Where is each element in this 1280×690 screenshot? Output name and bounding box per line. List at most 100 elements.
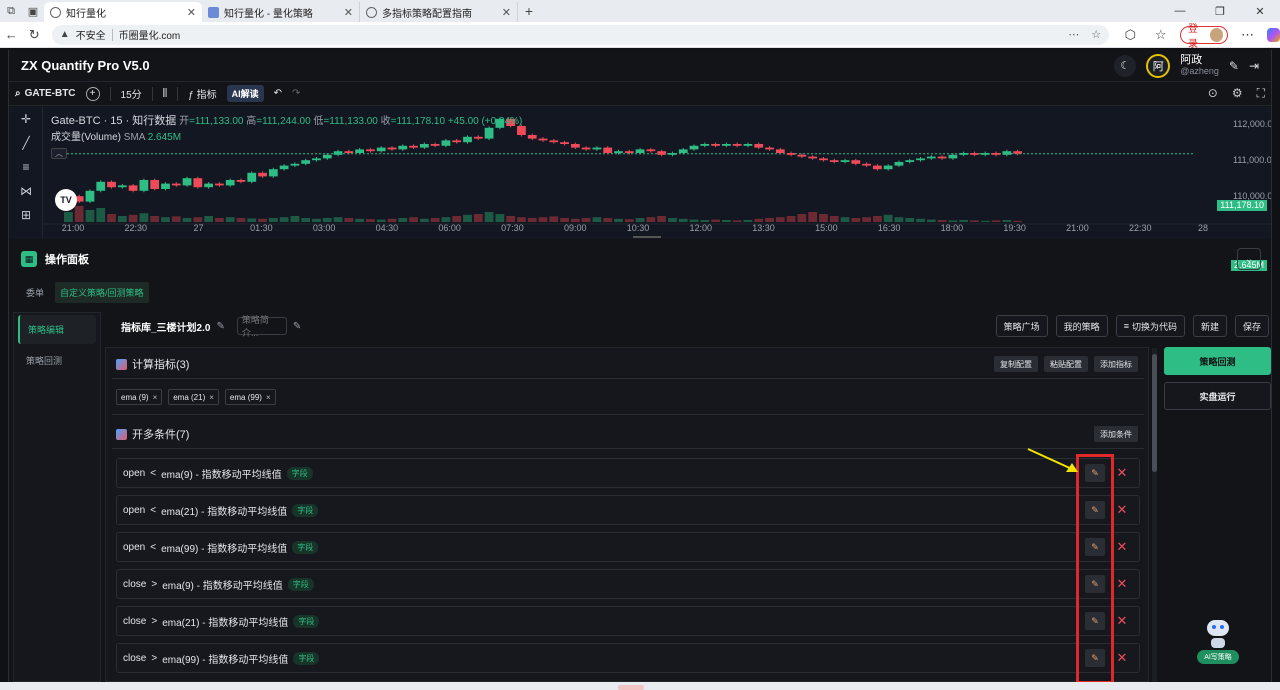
condition-right: ema(99) - 指数移动平均线值 — [161, 543, 288, 555]
candle — [851, 160, 861, 164]
remove-icon[interactable]: × — [209, 393, 214, 402]
chevron-down-icon[interactable]: ⌄ — [1237, 248, 1261, 270]
price-chart[interactable]: ✛ ╱ ≡ ⋈ ⊞ 112,000.00 111,000.00 110,000.00… — [9, 107, 1271, 271]
user-info[interactable]: 阿政 @azheng — [1180, 54, 1219, 77]
condition-row[interactable]: open < ema(21) - 指数移动平均线值 字段 ✎ ✕ — [116, 495, 1140, 525]
refresh-icon[interactable]: ↻ — [23, 27, 46, 43]
editor-scrollbar[interactable] — [1152, 348, 1157, 682]
more-icon[interactable]: ⋯ — [1068, 28, 1079, 41]
add-symbol-icon[interactable]: + — [85, 86, 100, 101]
favorites-icon[interactable]: ☆ — [1150, 27, 1172, 43]
interval-button[interactable]: 15分 — [121, 86, 142, 101]
extensions-icon[interactable]: ⬡ — [1119, 27, 1141, 43]
panel-tabs: 委单 自定义策略/回测策略 — [21, 282, 149, 303]
paste-config-button[interactable]: 粘贴配置 — [1044, 356, 1088, 372]
symbol-label: GATE-BTC — [24, 88, 76, 99]
copy-config-button[interactable]: 复制配置 — [994, 356, 1038, 372]
add-indicator-button[interactable]: 添加指标 — [1094, 356, 1138, 372]
remove-icon[interactable]: × — [153, 393, 158, 402]
browser-tab-2[interactable]: 知行量化 - 量化策略 ✕ — [202, 2, 360, 22]
login-button[interactable]: 登录 — [1179, 24, 1229, 50]
edit-name-pencil-icon[interactable]: ✎ — [216, 321, 224, 332]
settings-gear-icon[interactable]: ⚙ — [1232, 86, 1243, 101]
condition-row[interactable]: close > ema(9) - 指数移动平均线值 字段 ✎ ✕ — [116, 569, 1140, 599]
indicators-button[interactable]: ƒ 指标 — [188, 86, 216, 101]
redo-icon[interactable]: ↷ — [292, 88, 300, 99]
horizontal-lines-icon[interactable]: ≡ — [9, 155, 43, 179]
browser-tab-3[interactable]: 多指标策略配置指南 ✕ — [360, 2, 518, 22]
switch-to-code-button[interactable]: ≡ 切换为代码 — [1115, 315, 1185, 337]
url-field[interactable]: ▲ 不安全 币圈量化.com ⋯ ☆ — [51, 24, 1110, 45]
back-icon[interactable]: ← — [0, 27, 23, 42]
condition-row[interactable]: close > ema(21) - 指数移动平均线值 字段 ✎ ✕ — [116, 606, 1140, 636]
backtest-button[interactable]: 策略回测 — [1164, 347, 1271, 375]
side-item-strategy-edit[interactable]: 策略编辑 — [18, 315, 96, 344]
symbol-search[interactable]: ⌕ GATE-BTC — [15, 88, 76, 99]
menu-icon[interactable]: ⋯ — [1236, 27, 1258, 43]
browser-tab-1[interactable]: 知行量化 ✕ — [44, 2, 202, 22]
sma-label: SMA — [123, 132, 145, 143]
indicator-chip[interactable]: ema (99) × — [224, 389, 276, 405]
close-icon[interactable]: ✕ — [187, 6, 196, 19]
strategy-intro-input[interactable]: 策略简介... — [236, 315, 287, 338]
close-icon[interactable]: ✕ — [344, 6, 353, 19]
alert-icon[interactable]: ⊙ — [1208, 86, 1218, 101]
volume-bar — [182, 218, 192, 222]
legend-collapse-button[interactable]: ︿ — [51, 148, 67, 159]
delete-icon[interactable]: ✕ — [1111, 464, 1133, 482]
candle — [1002, 151, 1012, 155]
panel-title: 操作面板 — [45, 254, 89, 266]
avatar[interactable]: 阿 — [1146, 53, 1171, 78]
edit-pencil-icon[interactable]: ✎ — [1229, 59, 1239, 73]
new-tab-button[interactable]: + — [518, 3, 540, 19]
favorite-star-icon[interactable]: ☆ — [1091, 28, 1101, 41]
volume-bar — [581, 218, 591, 222]
user-handle: @azheng — [1180, 65, 1219, 76]
address-bar-row: ← ↻ ▲ 不安全 币圈量化.com ⋯ ☆ ⬡ ☆ 登录 ⋯ — [0, 22, 1280, 50]
delete-icon[interactable]: ✕ — [1111, 575, 1133, 593]
my-strategies-button[interactable]: 我的策略 — [1055, 315, 1108, 337]
undo-icon[interactable]: ↶ — [274, 88, 282, 99]
tab-orders[interactable]: 委单 — [21, 282, 49, 303]
indicator-chip[interactable]: ema (9) × — [116, 389, 163, 405]
strategy-square-button[interactable]: 策略广场 — [995, 315, 1048, 337]
new-button[interactable]: 新建 — [1192, 315, 1227, 337]
delete-icon[interactable]: ✕ — [1111, 538, 1133, 556]
condition-row[interactable]: open < ema(9) - 指数移动平均线值 字段 ✎ ✕ — [116, 458, 1140, 488]
add-condition-button[interactable]: 添加条件 — [1094, 426, 1138, 442]
close-icon[interactable]: ✕ — [502, 6, 511, 19]
pattern-icon[interactable]: ⋈ — [9, 179, 43, 203]
workspaces-icon[interactable]: ⧉ — [0, 0, 22, 22]
scrollbar-thumb[interactable] — [1152, 354, 1157, 472]
save-button[interactable]: 保存 — [1234, 315, 1269, 337]
panel-header: ▦ 操作面板 ⌄ — [9, 243, 1271, 275]
volume-bar — [247, 218, 257, 222]
volume-bar — [721, 220, 731, 222]
crosshair-icon[interactable]: ✛ — [9, 107, 43, 131]
trend-line-icon[interactable]: ╱ — [9, 131, 43, 155]
delete-icon[interactable]: ✕ — [1111, 501, 1133, 519]
condition-row[interactable]: open < ema(99) - 指数移动平均线值 字段 ✎ ✕ — [116, 532, 1140, 562]
ai-helper-button[interactable]: AI写策略 — [1197, 620, 1239, 664]
side-item-backtest[interactable]: 策略回测 — [18, 346, 96, 375]
delete-icon[interactable]: ✕ — [1111, 649, 1133, 667]
ai-analysis-button[interactable]: AI解读 — [226, 85, 264, 102]
close-window-icon[interactable]: ✕ — [1240, 0, 1280, 22]
fullscreen-icon[interactable]: ⛶ — [1257, 86, 1265, 101]
delete-icon[interactable]: ✕ — [1111, 612, 1133, 630]
candle-type-icon[interactable]: ⫼ — [163, 88, 168, 99]
remove-icon[interactable]: × — [266, 393, 271, 402]
indicator-chip[interactable]: ema (21) × — [168, 389, 219, 405]
tab-custom-strategy[interactable]: 自定义策略/回测策略 — [55, 282, 149, 303]
edit-intro-pencil-icon[interactable]: ✎ — [293, 321, 301, 332]
live-run-button[interactable]: 实盘运行 — [1164, 382, 1271, 410]
measure-icon[interactable]: ⊞ — [9, 203, 43, 227]
copilot-icon[interactable] — [1266, 27, 1280, 42]
candle — [1013, 151, 1022, 154]
condition-row[interactable]: close > ema(99) - 指数移动平均线值 字段 ✎ ✕ — [116, 643, 1140, 673]
volume-bar — [624, 219, 634, 222]
high-label: 高 — [246, 116, 257, 127]
logout-icon[interactable]: ⇥ — [1249, 59, 1259, 73]
tab-actions-icon[interactable]: ▣ — [22, 0, 44, 22]
theme-toggle-moon-icon[interactable]: ☾ — [1114, 54, 1137, 77]
